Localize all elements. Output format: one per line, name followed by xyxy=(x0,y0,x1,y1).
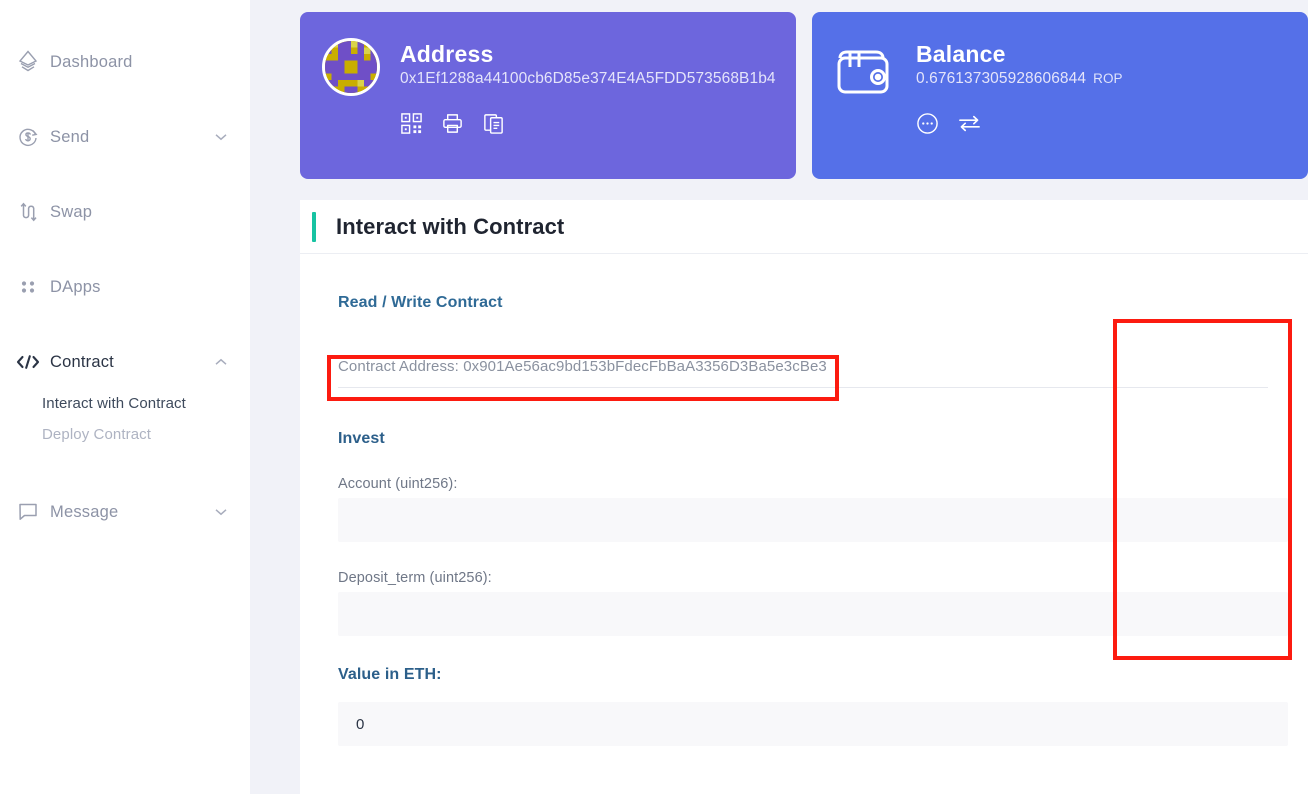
field-label: Account (uint256): xyxy=(338,476,1308,492)
accent-bar xyxy=(312,212,316,242)
page-title: Interact with Contract xyxy=(336,214,564,240)
balance-card-title: Balance xyxy=(916,40,1308,68)
sidebar-item-label: DApps xyxy=(46,278,214,297)
sidebar-item-label: Dashboard xyxy=(46,53,214,72)
sidebar-item-dashboard[interactable]: Dashboard xyxy=(0,38,250,86)
sidebar-item-interact-with-contract[interactable]: Interact with Contract xyxy=(42,388,250,419)
address-card-body: Address 0x1Ef1288a44100cb6D85e374E4A5FDD… xyxy=(400,38,796,135)
address-card: Address 0x1Ef1288a44100cb6D85e374E4A5FDD… xyxy=(300,12,796,179)
identicon-avatar xyxy=(322,38,380,96)
code-brackets-icon xyxy=(10,354,46,370)
account-input[interactable] xyxy=(338,498,1288,542)
function-title: Invest xyxy=(300,430,1308,448)
sidebar-subnav-contract: Interact with Contract Deploy Contract xyxy=(0,388,250,450)
balance-value-row: 0.676137305928606844 ROP xyxy=(916,70,1308,88)
balance-unit: ROP xyxy=(1093,71,1123,86)
address-card-actions xyxy=(400,112,796,135)
contract-address-input[interactable]: Contract Address: 0x901Ae56ac9bd153bFdec… xyxy=(338,346,1268,388)
field-account: Account (uint256): xyxy=(300,476,1308,542)
balance-card: Balance 0.676137305928606844 ROP xyxy=(812,12,1308,179)
copy-icon[interactable] xyxy=(482,112,505,135)
sidebar-item-label: Message xyxy=(46,503,214,522)
field-label: Deposit_term (uint256): xyxy=(338,570,1308,586)
send-circle-dollar-icon xyxy=(10,126,46,148)
value-in-eth-label: Value in ETH: xyxy=(300,666,1308,684)
chevron-down-icon[interactable] xyxy=(214,133,228,141)
sidebar-item-contract[interactable]: Contract xyxy=(0,338,250,386)
sidebar-item-deploy-contract[interactable]: Deploy Contract xyxy=(42,419,250,450)
wallet-icon xyxy=(834,41,896,106)
section-header: Interact with Contract xyxy=(300,200,1308,254)
contract-panel: Read / Write Contract Contract Address: … xyxy=(300,254,1308,794)
message-bubble-icon xyxy=(10,502,46,522)
more-options-icon[interactable] xyxy=(916,112,939,135)
sidebar: Dashboard Send xyxy=(0,0,250,794)
sidebar-item-dapps[interactable]: DApps xyxy=(0,263,250,311)
address-card-title: Address xyxy=(400,40,796,68)
balance-card-body: Balance 0.676137305928606844 ROP xyxy=(916,38,1308,135)
deposit-term-input[interactable] xyxy=(338,592,1288,636)
swap-arrows-icon xyxy=(10,201,46,223)
ethereum-diamond-icon xyxy=(10,50,46,74)
dapps-grid-icon xyxy=(10,276,46,298)
sidebar-item-message[interactable]: Message xyxy=(0,488,250,536)
main-content: Address 0x1Ef1288a44100cb6D85e374E4A5FDD… xyxy=(250,0,1308,794)
sidebar-item-send[interactable]: Send xyxy=(0,113,250,161)
balance-value: 0.676137305928606844 xyxy=(916,70,1086,87)
chevron-down-icon[interactable] xyxy=(214,508,228,516)
print-icon[interactable] xyxy=(441,112,464,135)
address-value: 0x1Ef1288a44100cb6D85e374E4A5FDD573568B1… xyxy=(400,70,796,88)
exchange-arrows-icon[interactable] xyxy=(957,112,982,135)
field-deposit-term: Deposit_term (uint256): xyxy=(300,570,1308,636)
sidebar-item-label: Contract xyxy=(46,353,214,372)
account-summary-cards: Address 0x1Ef1288a44100cb6D85e374E4A5FDD… xyxy=(300,12,1308,179)
balance-card-actions xyxy=(916,112,1308,135)
sidebar-item-swap[interactable]: Swap xyxy=(0,188,250,236)
contract-address-row: Contract Address: 0x901Ae56ac9bd153bFdec… xyxy=(300,346,1308,388)
qr-code-icon[interactable] xyxy=(400,112,423,135)
sidebar-item-label: Send xyxy=(46,128,214,147)
chevron-up-icon[interactable] xyxy=(214,358,228,366)
avatar xyxy=(322,38,380,96)
sidebar-item-label: Swap xyxy=(46,203,214,222)
read-write-contract-label: Read / Write Contract xyxy=(300,294,1308,312)
value-in-eth-input[interactable]: 0 xyxy=(338,702,1288,746)
app-root: Dashboard Send xyxy=(0,0,1308,794)
